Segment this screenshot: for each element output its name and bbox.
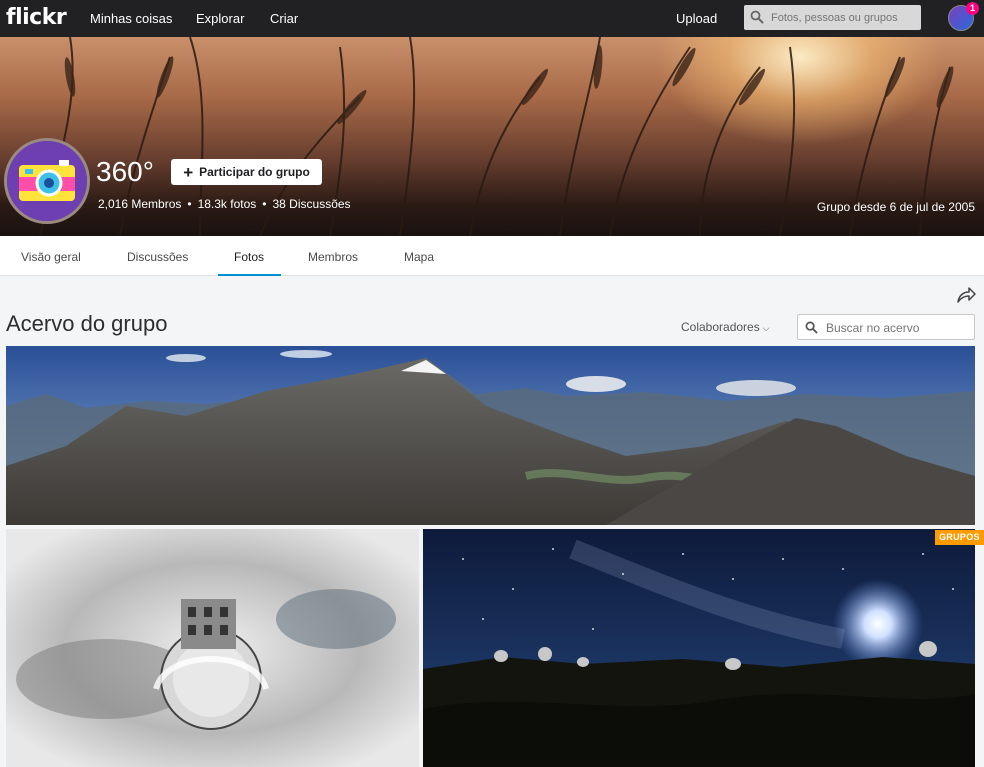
tab-discussions[interactable]: Discussões [127,250,188,264]
group-title: 360° [96,156,154,187]
camera-icon [7,141,87,221]
pool-search-input[interactable] [824,319,970,336]
photo-night-observatory[interactable] [423,529,975,767]
group-since-date: Grupo desde 6 de jul de 2005 [816,200,975,214]
top-nav-bar: flickr Minhas coisas Explorar Criar Uplo… [0,0,984,37]
chevron-down-icon: ⌵ [762,323,770,333]
nav-link-my-stuff[interactable]: Minhas coisas [90,11,172,26]
share-icon[interactable] [956,286,976,304]
join-group-label: Participar do grupo [199,165,310,179]
pool-title: Acervo do grupo [6,311,168,336]
photo-tiny-planet-snow[interactable] [6,529,419,767]
nav-link-create[interactable]: Criar [270,11,298,26]
tab-overview[interactable]: Visão geral [21,250,81,264]
group-avatar-camera [4,138,90,224]
global-search-input[interactable] [769,8,917,27]
pool-search-box[interactable] [797,314,975,340]
search-icon [750,10,764,24]
join-group-button[interactable]: + Participar do grupo [171,159,322,185]
upload-link[interactable]: Upload [676,11,717,26]
groups-badge[interactable]: GRUPOS [935,530,984,545]
discussions-count[interactable]: 38 Discussões [273,197,351,211]
tiny-planet-image [6,529,419,767]
contributors-dropdown[interactable]: Colaboradores ⌵ [681,320,770,334]
global-search-box[interactable] [744,5,921,30]
tab-members[interactable]: Membros [308,250,358,264]
plus-icon: + [183,162,194,182]
nav-link-explore[interactable]: Explorar [196,11,244,26]
tab-photos[interactable]: Fotos [234,250,264,264]
mountain-panorama-image [6,346,975,525]
notification-badge[interactable]: 1 [966,2,979,15]
contributors-label: Colaboradores [681,320,760,334]
photo-mountain-panorama[interactable] [6,346,975,525]
group-tabs: Visão geral Discussões Fotos Membros Map… [0,236,984,276]
tab-map[interactable]: Mapa [404,250,434,264]
group-stats: 2,016 Membros • 18.3k fotos • 38 Discussões [98,197,351,211]
active-tab-indicator [218,274,281,276]
night-sky-observatory-image [423,529,975,767]
flickr-logo[interactable]: flickr [6,5,67,30]
group-cover-banner: 360° + Participar do grupo 2,016 Membros… [0,37,984,236]
members-count[interactable]: 2,016 Membros [98,197,181,211]
photos-count[interactable]: 18.3k fotos [198,197,257,211]
search-icon [805,321,818,334]
